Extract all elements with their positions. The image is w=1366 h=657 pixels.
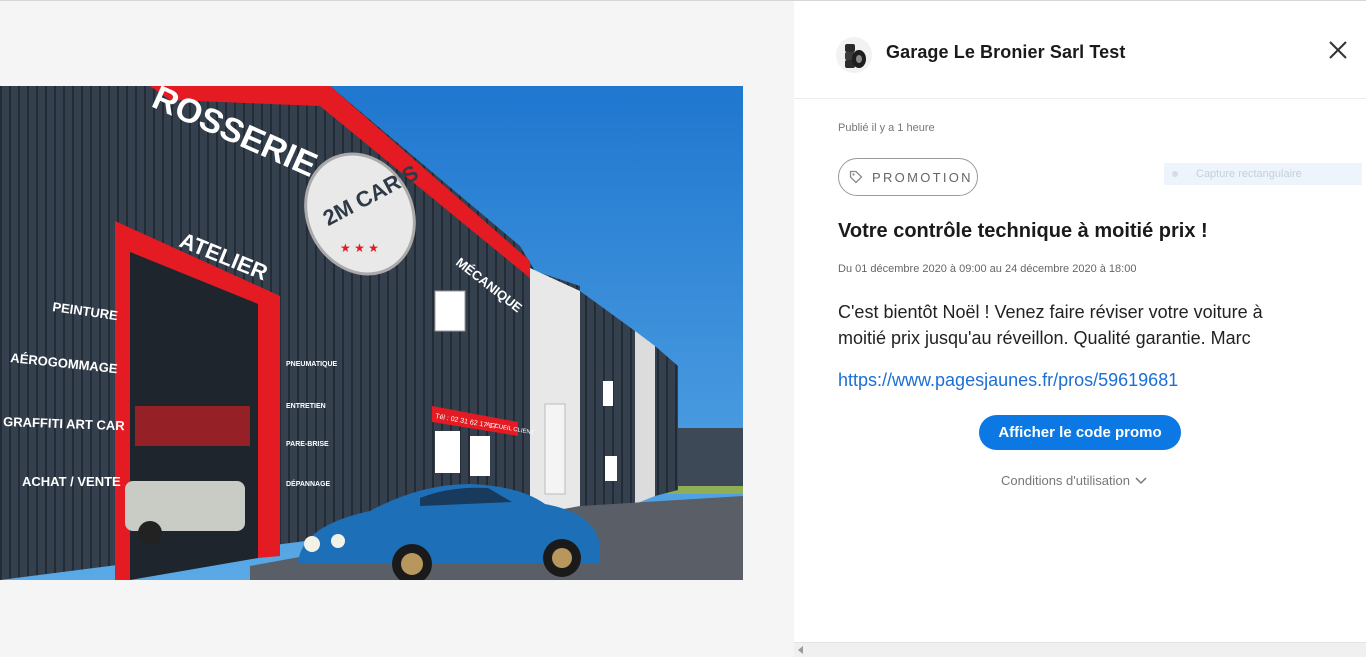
car-headlight — [304, 536, 320, 552]
window-1 — [434, 290, 466, 332]
promo-dates: Du 01 décembre 2020 à 09:00 au 24 décemb… — [838, 263, 1137, 275]
show-promo-code-button[interactable]: Afficher le code promo — [979, 415, 1181, 450]
window-3 — [470, 436, 490, 476]
badge-label: PROMOTION — [872, 169, 973, 185]
window-2 — [435, 431, 460, 473]
scroll-left-icon[interactable] — [798, 646, 803, 654]
promo-panel: Garage Le Bronier Sarl Test Publié il y … — [794, 1, 1366, 657]
capture-overlay: Capture rectangulaire — [1164, 163, 1362, 185]
old-car-wheel — [138, 521, 162, 545]
door-service-1: PNEUMATIQUE — [286, 361, 338, 368]
media-area: 2M CAR'S ★ ★ ★ ROSSERIE ATELIER PEINTURE… — [0, 1, 794, 657]
horizontal-scrollbar[interactable] — [794, 642, 1366, 657]
tag-icon — [849, 170, 863, 184]
terms-label: Conditions d'utilisation — [1001, 473, 1130, 488]
panel-header: Garage Le Bronier Sarl Test — [794, 1, 1366, 99]
capture-label: Capture rectangulaire — [1196, 168, 1302, 180]
garage-illustration: 2M CAR'S ★ ★ ★ ROSSERIE ATELIER PEINTURE… — [0, 86, 743, 580]
end-section — [655, 346, 678, 496]
close-icon[interactable] — [1326, 38, 1350, 62]
window-4 — [603, 381, 613, 406]
promo-description: C'est bientôt Noël ! Venez faire réviser… — [838, 302, 1263, 348]
tires-icon — [836, 37, 872, 73]
door-service-3: PARE-BRISE — [286, 441, 329, 448]
car-front-rim — [401, 553, 423, 575]
capture-icon — [1172, 171, 1178, 177]
promo-link[interactable]: https://www.pagesjaunes.fr/pros/59619681 — [838, 370, 1178, 391]
window-5 — [605, 456, 617, 481]
published-time: Publié il y a 1 heure — [838, 122, 935, 134]
white-strip — [635, 331, 655, 504]
interior-lift — [135, 406, 250, 446]
car-rear-rim — [552, 548, 572, 568]
service-4: ACHAT / VENTE — [22, 474, 121, 489]
door-service-2: ENTRETIEN — [286, 403, 326, 410]
garage-photo: 2M CAR'S ★ ★ ★ ROSSERIE ATELIER PEINTURE… — [0, 86, 743, 580]
promotion-badge: PROMOTION — [838, 158, 978, 196]
terms-toggle[interactable]: Conditions d'utilisation — [1001, 473, 1148, 488]
car-headlight-2 — [331, 534, 345, 548]
star-mark: ★ ★ ★ — [340, 241, 379, 255]
promo-title: Votre contrôle technique à moitié prix ! — [838, 220, 1208, 242]
garage-door — [544, 403, 566, 495]
chevron-down-icon — [1135, 476, 1147, 484]
business-name: Garage Le Bronier Sarl Test — [886, 42, 1126, 62]
promo-viewer: 2M CAR'S ★ ★ ★ ROSSERIE ATELIER PEINTURE… — [0, 0, 1366, 657]
door-service-4: DÉPANNAGE — [286, 479, 331, 488]
